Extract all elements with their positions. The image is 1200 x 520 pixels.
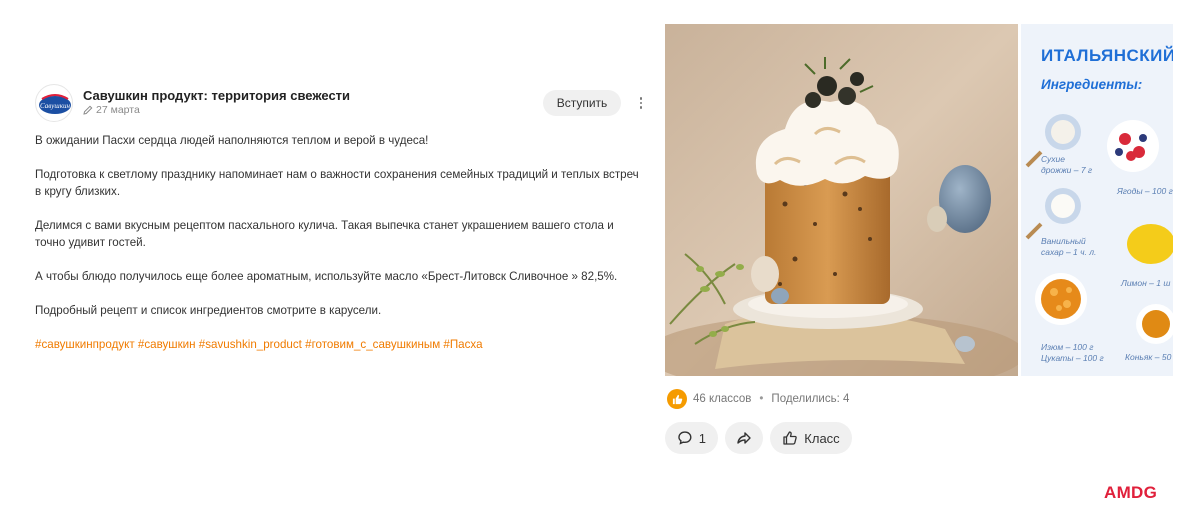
likes-count[interactable]: 46 классов [693, 393, 751, 405]
post-text: В ожидании Пасхи сердца людей наполняютс… [35, 132, 643, 370]
post-header: Савушкин Савушкин продукт: территория св… [35, 84, 655, 124]
share-icon [737, 432, 751, 444]
hashtags: #савушкинпродукт #савушкин #savushkin_pr… [35, 336, 643, 353]
stats-separator: • [759, 393, 764, 405]
ingredient-label: Лимон – 1 ш [1121, 278, 1171, 288]
hashtag-link[interactable]: #савушкинпродукт [35, 338, 135, 351]
more-vertical-icon[interactable] [631, 92, 651, 114]
klass-label: Класс [804, 430, 840, 446]
hashtag-link[interactable]: #готовим_с_савушкиным [305, 338, 440, 351]
ingredients-illustrations [1025, 114, 1173, 344]
like-icon [667, 389, 687, 409]
comment-icon [678, 431, 692, 445]
hashtag-link[interactable]: #савушкин [138, 338, 196, 351]
image-carousel[interactable]: ИТАЛЬЯНСКИЙ Ингредиенты: Сухие дрожжи – … [665, 24, 1173, 376]
comments-count: 1 [698, 430, 706, 446]
ingredient-label: Сухие дрожжи – 7 г [1041, 154, 1093, 175]
group-name[interactable]: Савушкин продукт: территория свежести [83, 88, 350, 103]
post-paragraph: Делимся с вами вкусным рецептом пасхальн… [35, 219, 614, 249]
avatar-logo-text: Савушкин [40, 102, 70, 110]
hashtag-link[interactable]: #savushkin_product [199, 338, 302, 351]
post-paragraph: Подготовка к светлому празднику напомина… [35, 168, 639, 198]
post-date: 27 марта [96, 104, 140, 116]
share-button[interactable] [725, 422, 763, 454]
kulich-photo [665, 24, 1018, 376]
comment-button[interactable]: 1 [665, 422, 718, 454]
shares-count[interactable]: Поделились: 4 [771, 393, 849, 405]
ingredient-label: Коньяк – 50 [1125, 352, 1172, 362]
carousel-slide-ingredients[interactable]: ИТАЛЬЯНСКИЙ Ингредиенты: Сухие дрожжи – … [1021, 24, 1173, 376]
join-button[interactable]: Вступить [543, 90, 621, 116]
post-paragraph: В ожидании Пасхи сердца людей наполняютс… [35, 134, 429, 147]
brand-logo: AMDG [1104, 483, 1158, 502]
ingredient-label: Ягоды – 100 г [1117, 186, 1173, 196]
hashtag-link[interactable]: #Пасха [443, 338, 482, 351]
ingredient-label: Ванильный сахар – 1 ч. л. [1041, 236, 1097, 257]
post-actions: 1 Класс [665, 422, 852, 454]
post-meta: 27 марта [83, 104, 140, 116]
avatar[interactable]: Савушкин [35, 84, 73, 122]
ingredient-label: Изюм – 100 г Цукаты – 100 г [1041, 342, 1104, 363]
post-stats: 46 классов • Поделились: 4 [667, 388, 849, 410]
post-paragraph: Подробный рецепт и список ингредиентов с… [35, 304, 382, 317]
carousel-slide-kulich[interactable] [665, 24, 1018, 376]
post-paragraph: А чтобы блюдо получилось еще более арома… [35, 270, 618, 283]
thumb-up-icon [783, 431, 798, 445]
klass-button[interactable]: Класс [770, 422, 852, 454]
pencil-icon [83, 105, 93, 115]
